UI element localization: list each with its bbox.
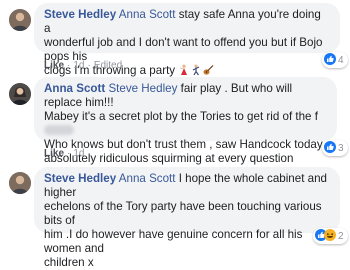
like-reaction-icon: [324, 140, 336, 156]
comment-thread: Steve Hedley Anna Scott stay safe Anna y…: [0, 0, 350, 269]
haha-reaction-icon: [324, 228, 336, 244]
edited-label[interactable]: Edited: [94, 60, 122, 71]
reaction-summary[interactable]: 4: [322, 52, 348, 68]
like-link[interactable]: Like: [44, 60, 64, 71]
like-reaction-icon: [324, 52, 336, 68]
reaction-summary[interactable]: 3: [322, 140, 348, 156]
avatar[interactable]: [9, 9, 31, 31]
comment-bubble: Steve Hedley Anna Scott I hope the whole…: [34, 167, 340, 269]
timestamp[interactable]: 1d: [73, 60, 84, 71]
mention-link[interactable]: Steve Hedley: [108, 82, 177, 95]
avatar[interactable]: [9, 172, 31, 194]
comment-meta: Like · 1d · Edited: [44, 60, 122, 71]
redacted-blur: [44, 125, 74, 135]
comment-text: echelons of the Tory party have been tou…: [44, 200, 322, 227]
comment-author[interactable]: Anna Scott: [44, 82, 105, 95]
reaction-count: 3: [338, 142, 344, 154]
reaction-count: 2: [338, 230, 344, 242]
comment-text: Mabey it's a secret plot by the Tories t…: [44, 110, 318, 123]
mention-link[interactable]: Anna Scott: [119, 172, 176, 185]
reaction-count: 4: [338, 54, 344, 66]
comment-author[interactable]: Steve Hedley: [44, 172, 116, 185]
comment-author[interactable]: Steve Hedley: [44, 8, 116, 21]
mention-link[interactable]: Anna Scott: [119, 8, 176, 21]
comment-text: children x: [44, 256, 94, 269]
like-link[interactable]: Like: [44, 148, 64, 159]
separator: ·: [67, 148, 71, 159]
comment-bubble: Steve Hedley Anna Scott stay safe Anna y…: [34, 3, 340, 77]
separator: ·: [67, 60, 71, 71]
comment-meta: Like · 1d: [44, 148, 84, 159]
reaction-summary[interactable]: 2: [313, 228, 348, 244]
comment-text: wonderful job and I don't want to offend…: [44, 36, 323, 63]
separator: ·: [87, 60, 91, 71]
comment-bubble: Anna Scott Steve Hedley fair play . But …: [34, 77, 337, 179]
comment-text: Who knows but don't trust them , saw Han…: [44, 138, 323, 151]
timestamp[interactable]: 1d: [73, 148, 84, 159]
comment-text: him .I do however have genuine concern f…: [44, 228, 303, 255]
avatar[interactable]: [9, 83, 31, 105]
